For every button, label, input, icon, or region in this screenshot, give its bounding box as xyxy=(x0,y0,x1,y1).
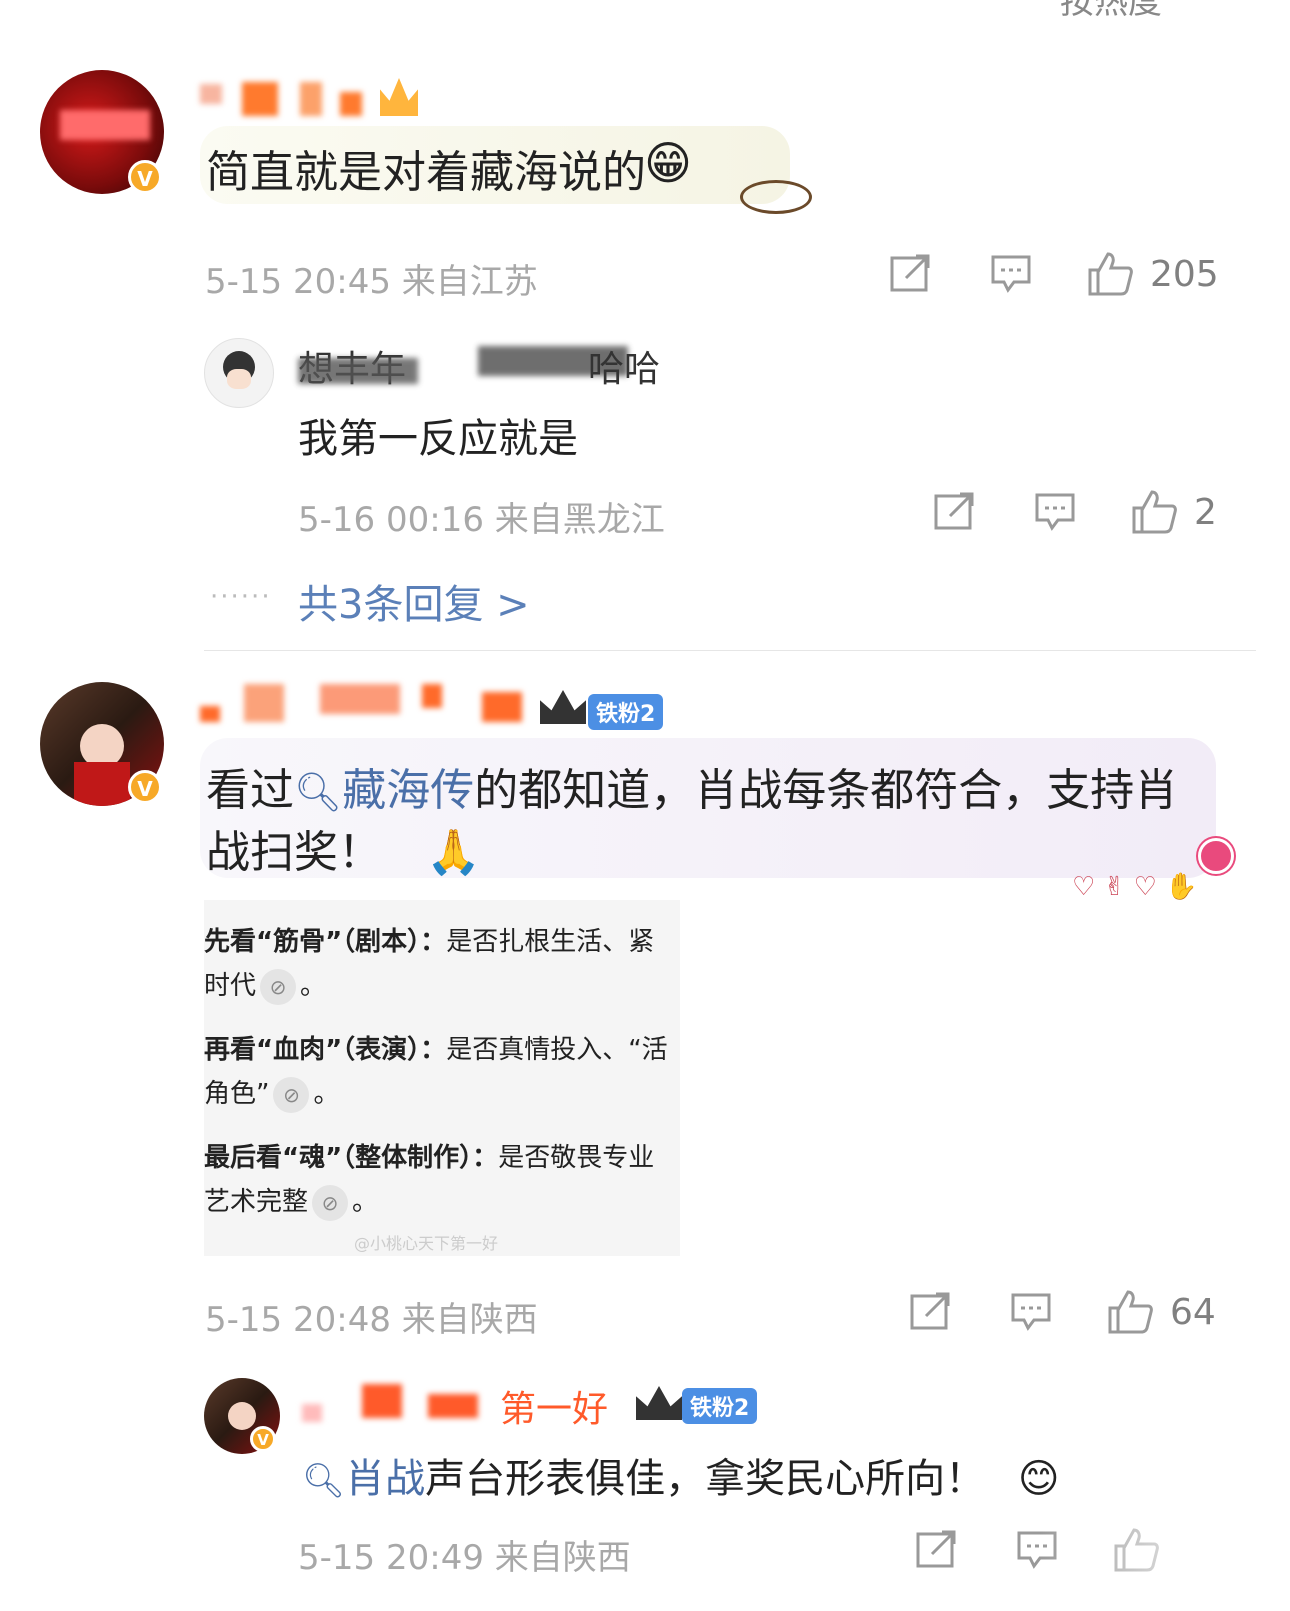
share-icon[interactable] xyxy=(916,1530,958,1574)
bottom-fade xyxy=(1040,1520,1250,1611)
crown-icon xyxy=(636,1386,682,1420)
embed-line: 最后看“魂”（整体制作）：是否敬畏专业 xyxy=(204,1143,655,1173)
divider xyxy=(204,650,1256,651)
reply-text: 🔍︎肖战声台形表俱佳，拿奖民心所向！ 😊 xyxy=(302,1446,1060,1504)
laughing-emoji-icon: 😁 xyxy=(644,136,692,190)
crown-icon xyxy=(540,690,586,724)
comment-icon[interactable] xyxy=(1034,492,1076,536)
topic-link[interactable]: 肖战 xyxy=(345,1456,425,1502)
reply-meta: 5-16 00:16 来自黑龙江 xyxy=(298,500,665,540)
topic-link[interactable]: 藏海传 xyxy=(342,765,474,816)
share-icon[interactable] xyxy=(890,254,932,298)
like-icon[interactable] xyxy=(1130,488,1178,538)
verified-badge-icon: V xyxy=(128,770,162,804)
reply-avatar[interactable] xyxy=(204,338,274,408)
comment-icon[interactable] xyxy=(990,254,1032,298)
comment-line2: 战扫奖！ xyxy=(206,827,382,878)
smile-emoji-icon: 😊 xyxy=(1017,1456,1060,1502)
fan-badge: 铁粉2 xyxy=(682,1388,758,1424)
topic-search-icon: 🔍︎ xyxy=(294,770,343,814)
username-obscured[interactable] xyxy=(200,78,430,122)
embed-line: 艺术完整 ⊘。 xyxy=(204,1180,680,1224)
sort-label[interactable]: 按热度 xyxy=(1060,0,1162,23)
dots-icon: ······ xyxy=(210,582,272,612)
link-icon: ⊘ xyxy=(260,968,297,1005)
embed-line: 角色” ⊘。 xyxy=(204,1072,680,1116)
reply-meta: 5-15 20:49 来自陕西 xyxy=(298,1538,631,1578)
reply-username[interactable]: 第一好 xyxy=(298,1380,628,1430)
verified-badge-icon: V xyxy=(250,1426,276,1452)
reply-username-visible: 第一好 xyxy=(500,1389,609,1430)
reply-text: 我第一反应就是 xyxy=(298,416,578,462)
like-icon[interactable] xyxy=(1106,1288,1154,1338)
like-count: 205 xyxy=(1150,254,1219,295)
username-obscured[interactable] xyxy=(200,684,540,728)
comment-meta: 5-15 20:48 来自陕西 xyxy=(205,1300,538,1340)
like-count: 64 xyxy=(1170,1292,1216,1333)
comment-rest: 的都知道，肖战每条都符合，支持肖 xyxy=(474,765,1179,816)
share-icon[interactable] xyxy=(934,492,976,536)
embedded-image[interactable]: 先看“筋骨”（剧本）：是否扎根生活、紧 时代 ⊘。 再看“血肉”（表演）：是否真情… xyxy=(204,900,680,1256)
comment-prefix: 看过 xyxy=(206,765,294,816)
link-icon: ⊘ xyxy=(273,1076,310,1113)
embed-line: 再看“血肉”（表演）：是否真情投入、“活 xyxy=(204,1035,668,1065)
comment-text-line1: 看过🔍︎藏海传的都知道，肖战每条都符合，支持肖 xyxy=(206,754,1178,818)
more-replies-link[interactable]: 共3条回复 > xyxy=(298,572,530,630)
share-icon[interactable] xyxy=(910,1292,952,1336)
comment-icon[interactable] xyxy=(1010,1292,1052,1336)
comment-text-line2: 战扫奖！ 🙏 xyxy=(206,816,481,880)
verified-badge-icon: V xyxy=(128,160,162,194)
link-icon: ⊘ xyxy=(312,1184,349,1221)
fan-badge: 铁粉2 xyxy=(588,694,664,730)
topic-search-icon: 🔍︎ xyxy=(302,1461,346,1501)
pray-emoji-icon: 🙏 xyxy=(426,827,481,878)
hands-decoration-icon: ♡ ✌ ♡ ✋ xyxy=(1072,872,1198,902)
bubble-decoration-icon xyxy=(740,180,812,214)
comment-meta: 5-15 20:45 来自江苏 xyxy=(205,262,538,302)
reply-username[interactable]: 想丰年 哈哈 xyxy=(298,340,668,390)
reply-text-rest: 声台形表俱佳，拿奖民心所向！ xyxy=(425,1456,986,1502)
reply-username-tail: 哈哈 xyxy=(588,349,661,390)
crown-icon xyxy=(380,78,418,116)
like-icon[interactable] xyxy=(1086,250,1134,300)
like-count: 2 xyxy=(1194,492,1217,533)
embed-line: 时代 ⊘。 xyxy=(204,964,680,1008)
embed-line: 先看“筋骨”（剧本）：是否扎根生活、紧 xyxy=(204,927,655,957)
comment-text: 简直就是对着藏海说的 xyxy=(206,147,646,198)
image-watermark: @小桃心天下第一好 xyxy=(354,1234,499,1253)
heart-decoration-icon xyxy=(1198,838,1234,874)
